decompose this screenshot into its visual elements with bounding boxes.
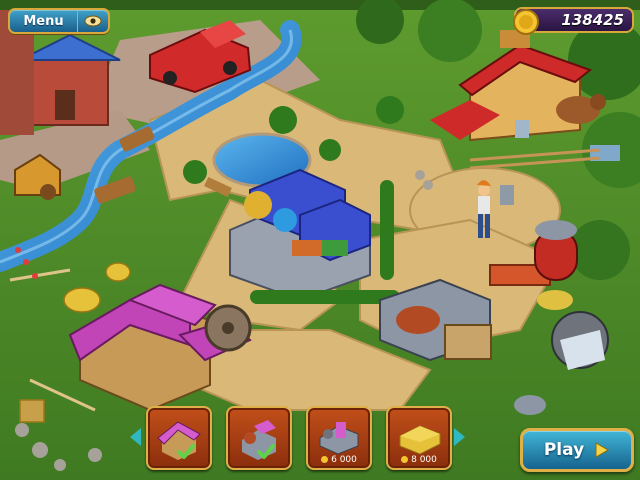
- coin-icon: [401, 456, 409, 463]
- coin-icon: [321, 456, 329, 463]
- play-button[interactable]: Play: [520, 428, 634, 472]
- eye-icon: [84, 15, 102, 27]
- toolbar-item-machine[interactable]: 6 000: [306, 406, 372, 470]
- toolbar-item-hay[interactable]: 8 000: [386, 406, 452, 470]
- play-arrow-icon: [595, 442, 610, 458]
- checkmark-icon: [177, 444, 195, 459]
- toolbar-item-house[interactable]: [146, 406, 212, 470]
- machine-icon: [319, 422, 359, 455]
- arrow-right-icon[interactable]: [454, 428, 465, 446]
- arrow-left-icon[interactable]: [130, 428, 141, 446]
- hay-bale-icon: [399, 425, 441, 455]
- eye-toggle-button[interactable]: [77, 10, 108, 32]
- menu-label: Menu: [23, 13, 64, 29]
- money-value: 138425: [561, 11, 624, 29]
- toolbar-item-workshop[interactable]: [226, 406, 292, 470]
- price-label: 6 000: [308, 455, 370, 465]
- money-counter: 138425: [513, 7, 634, 35]
- price-label: 8 000: [388, 455, 450, 465]
- build-toolbar: 6 000 8 000: [128, 402, 468, 476]
- checkmark-icon: [257, 444, 275, 459]
- play-label: Play: [543, 440, 585, 460]
- menu-button[interactable]: Menu: [8, 8, 110, 34]
- coin-icon: [513, 9, 539, 35]
